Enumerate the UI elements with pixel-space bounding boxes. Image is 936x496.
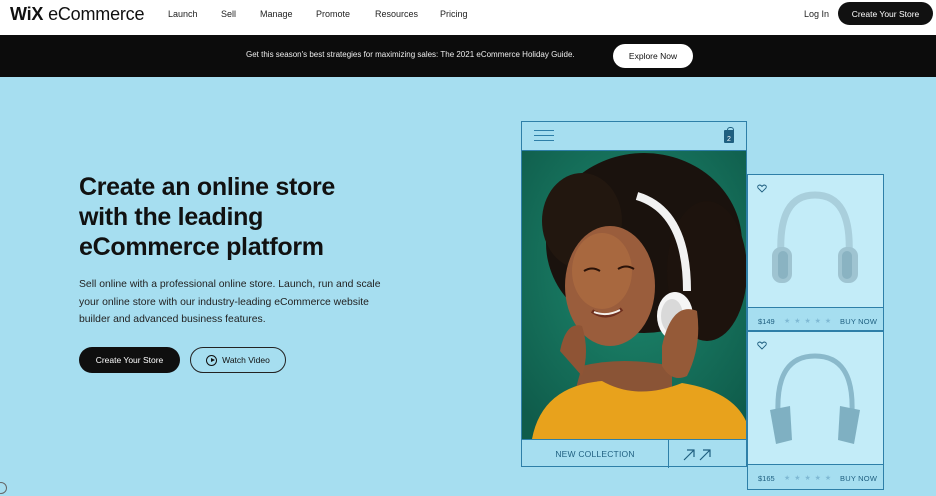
hero-headline: Create an online store with the leading … <box>79 172 409 262</box>
create-store-hero-button[interactable]: Create Your Store <box>79 347 180 373</box>
watch-video-button[interactable]: Watch Video <box>190 347 286 373</box>
logo-brand: WiX <box>10 4 44 24</box>
headphones-product-image <box>772 191 858 283</box>
product-rating: ★ ★ ★ ★ ★ <box>784 318 833 325</box>
mockup-footer: NEW COLLECTION <box>522 439 746 468</box>
hero-subtext: Sell online with a professional online s… <box>79 279 381 325</box>
explore-now-button[interactable]: Explore Now <box>613 44 693 68</box>
headline-line-2: with the leading <box>79 203 264 231</box>
nav-item-resources[interactable]: Resources <box>375 9 418 19</box>
promo-banner: Get this season's best strategies for ma… <box>0 35 936 77</box>
logo-product: eCommerce <box>48 4 145 24</box>
hamburger-menu-icon <box>534 130 554 142</box>
headline-line-3: eCommerce platform <box>79 233 324 261</box>
watch-video-label: Watch Video <box>222 355 270 365</box>
heart-icon[interactable] <box>757 341 767 350</box>
product-card[interactable]: $165 ★ ★ ★ ★ ★ BUY NOW <box>747 331 884 490</box>
product-card[interactable]: $149 ★ ★ ★ ★ ★ BUY NOW <box>747 174 884 331</box>
mockup-header: 2 <box>522 122 746 151</box>
buy-now-link[interactable]: BUY NOW <box>840 474 877 483</box>
shopping-bag-icon: 2 <box>724 127 734 143</box>
nav-item-promote[interactable]: Promote <box>316 9 350 19</box>
cart-count: 2 <box>727 136 731 143</box>
nav-item-sell[interactable]: Sell <box>221 9 236 19</box>
buy-now-link[interactable]: BUY NOW <box>840 317 877 326</box>
top-nav: WiX eCommerce Launch Sell Manage Promote… <box>0 0 936 35</box>
product-price: $149 <box>758 317 775 326</box>
arrow-icons[interactable] <box>682 446 714 462</box>
promo-text: Get this season's best strategies for ma… <box>246 50 575 59</box>
headline-line-1: Create an online store <box>79 173 335 201</box>
play-icon <box>206 354 218 366</box>
create-store-nav-button[interactable]: Create Your Store <box>838 2 933 25</box>
woman-with-headphones-illustration <box>522 151 746 439</box>
nav-item-launch[interactable]: Launch <box>168 9 198 19</box>
login-link[interactable]: Log In <box>804 9 829 19</box>
store-mockup: 2 NEW COLLECTION <box>521 121 747 468</box>
headphones-product-image <box>770 353 860 444</box>
product-image <box>748 175 883 308</box>
hero-model-photo <box>522 151 746 439</box>
nav-item-pricing[interactable]: Pricing <box>440 9 468 19</box>
heart-icon[interactable] <box>757 184 767 193</box>
product-rating: ★ ★ ★ ★ ★ <box>784 475 833 482</box>
product-price: $165 <box>758 474 775 483</box>
nav-item-manage[interactable]: Manage <box>260 9 293 19</box>
wix-ecommerce-logo[interactable]: WiX eCommerce <box>10 4 144 25</box>
accessibility-icon[interactable] <box>0 482 7 494</box>
product-image <box>748 332 883 465</box>
new-collection-button[interactable]: NEW COLLECTION <box>522 440 669 468</box>
